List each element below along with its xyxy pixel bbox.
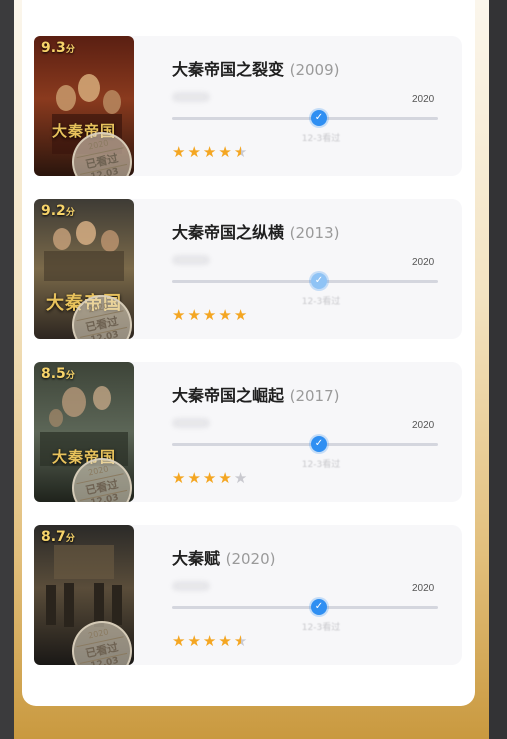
movie-title[interactable]: 大秦帝国之纵横 (2013) [172,219,339,243]
movie-poster[interactable]: 9.3分 大秦帝国 2020 已看过 12.03 [34,36,134,176]
star-icon: ★ [202,143,217,161]
movie-title[interactable]: 大秦帝国之裂变 (2009) [172,56,339,80]
movie-title[interactable]: 大秦帝国之崛起 (2017) [172,382,339,406]
timeline-end-label: 2020 [412,420,435,431]
check-icon[interactable]: ✓ [311,599,327,615]
poster-score: 8.5分 [41,366,75,382]
star-rating: ★ ★ ★ ★ ★ [172,306,248,324]
movie-item[interactable]: 9.3分 大秦帝国 2020 已看过 12.03 大秦帝国之裂变 (2009) … [34,36,462,176]
half-star-icon: ★ [233,143,248,161]
blurred-caption [172,581,210,591]
movie-item[interactable]: 8.5分 大秦帝国 2020 已看过 12.03 大秦帝国之崛起 (2017) … [34,362,462,502]
movie-poster[interactable]: 9.2分 大秦帝国 2020 已看过 12.03 [34,199,134,339]
timeline-end-label: 2020 [412,257,435,268]
watch-date-label: 12-3看过 [301,134,341,144]
blurred-caption [172,92,210,102]
star-icon: ★ [187,143,201,161]
star-icon: ★ [218,632,232,650]
star-icon: ★ [218,469,232,487]
watch-date-label: 12-3看过 [301,460,341,470]
star-icon: ★ [202,469,217,487]
half-star-icon: ★ [233,632,248,650]
star-icon: ★ [187,632,201,650]
watch-date-label: 12-3看过 [301,297,341,307]
movie-item[interactable]: 8.7分 2020 已看过 12.03 大秦赋 (2020) 2020 ✓ 12… [34,525,462,665]
left-edge [0,0,14,739]
watched-list-card: 9.3分 大秦帝国 2020 已看过 12.03 大秦帝国之裂变 (2009) … [22,0,475,706]
star-icon: ★ [202,632,217,650]
poster-score: 9.2分 [41,203,75,219]
watch-date-label: 12-3看过 [301,623,341,633]
star-icon: ★ [172,469,186,487]
star-icon: ★ [202,306,217,324]
check-icon[interactable]: ✓ [311,436,327,452]
star-icon: ★ [187,306,201,324]
star-icon: ★ [172,143,186,161]
star-icon: ★ [172,306,186,324]
star-rating: ★ ★ ★ ★ ★ [172,632,248,650]
watch-timeline-track[interactable] [172,606,438,609]
blurred-caption [172,255,210,265]
check-icon[interactable]: ✓ [311,110,327,126]
star-rating: ★ ★ ★ ★ ★ [172,469,248,487]
right-edge [489,0,507,739]
timeline-end-label: 2020 [412,94,435,105]
poster-score: 9.3分 [41,40,75,56]
watch-timeline-track[interactable] [172,280,438,283]
star-icon: ★ [218,306,232,324]
empty-star-icon: ★ [233,469,248,487]
star-icon: ★ [187,469,201,487]
blurred-caption [172,418,210,428]
watch-timeline-track[interactable] [172,443,438,446]
movie-item[interactable]: 9.2分 大秦帝国 2020 已看过 12.03 大秦帝国之纵横 (2013) … [34,199,462,339]
poster-score: 8.7分 [41,529,75,545]
movie-poster[interactable]: 8.7分 2020 已看过 12.03 [34,525,134,665]
movie-title[interactable]: 大秦赋 (2020) [172,545,275,569]
star-icon: ★ [172,632,186,650]
star-icon: ★ [233,306,248,324]
star-icon: ★ [218,143,232,161]
check-icon[interactable]: ✓ [311,273,327,289]
movie-poster[interactable]: 8.5分 大秦帝国 2020 已看过 12.03 [34,362,134,502]
star-rating: ★ ★ ★ ★ ★ [172,143,248,161]
timeline-end-label: 2020 [412,583,435,594]
watch-timeline-track[interactable] [172,117,438,120]
